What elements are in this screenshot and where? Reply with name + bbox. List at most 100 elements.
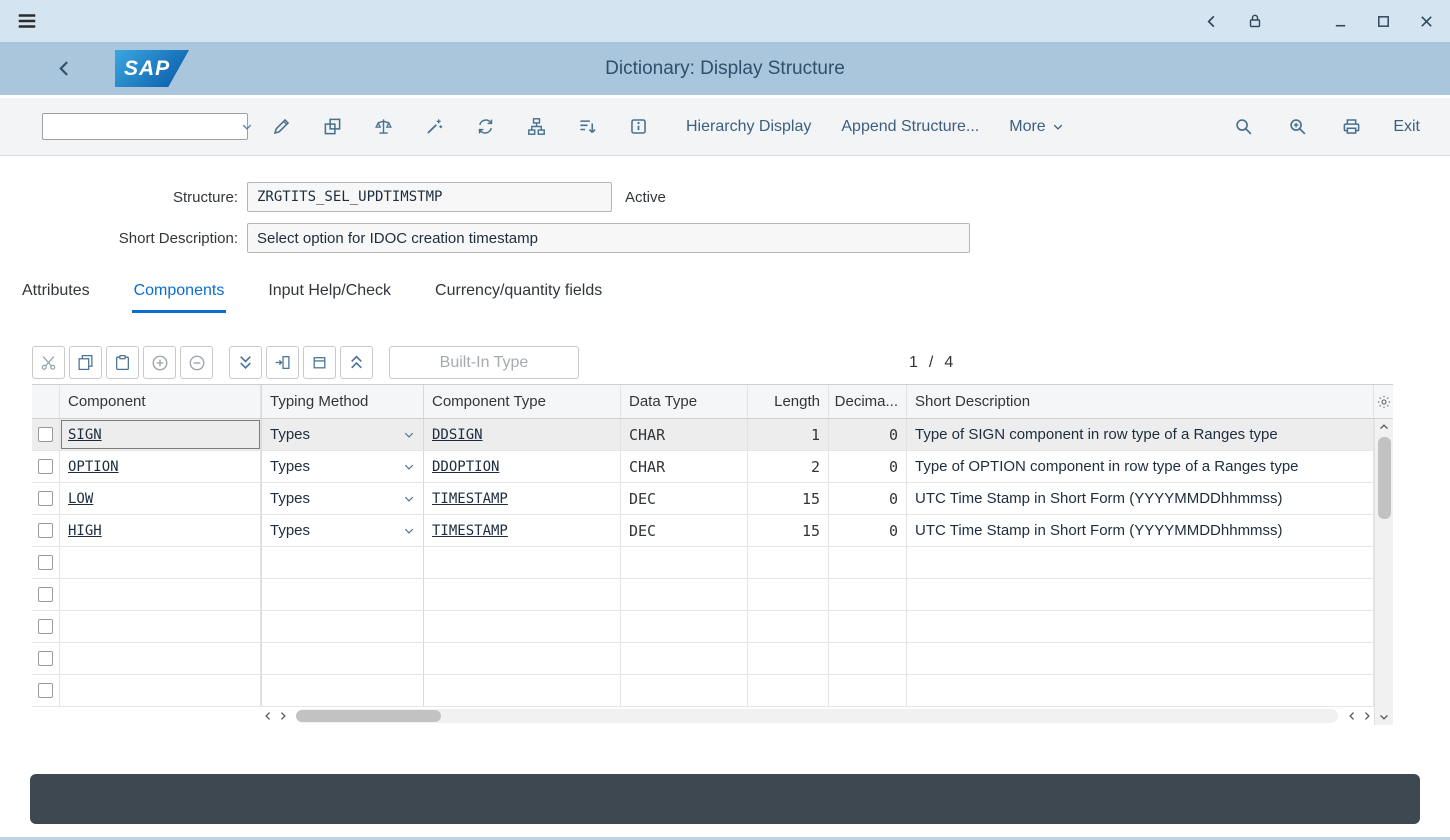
information-button[interactable] [620,109,656,145]
scroll-up-icon[interactable] [1375,419,1393,435]
horizontal-scroll-thumb[interactable] [296,710,441,722]
tab-attributes[interactable]: Attributes [20,273,92,313]
cut-icon [40,354,57,371]
component-type-link[interactable]: TIMESTAMP [432,491,508,507]
component-link[interactable]: SIGN [68,427,102,443]
chevron-down-icon[interactable] [403,493,415,505]
row-checkbox[interactable] [38,555,53,570]
minimize-icon[interactable] [1333,14,1348,29]
row-checkbox[interactable] [38,459,53,474]
back-icon[interactable] [56,60,73,77]
header-data-type[interactable]: Data Type [621,385,748,418]
edit-button[interactable] [263,109,299,145]
activate-wand-button[interactable] [416,109,452,145]
row-checkbox[interactable] [38,619,53,634]
component-link[interactable]: HIGH [68,523,102,539]
component-link[interactable]: OPTION [68,459,119,475]
search-button[interactable] [1225,109,1261,145]
insert-row-button[interactable] [266,346,299,379]
table-row[interactable]: SIGN Types DDSIGN CHAR 1 0 Type of SIGN … [32,419,1374,451]
hierarchy-display-label: Hierarchy Display [686,118,811,136]
table-row[interactable]: LOW Types TIMESTAMP DEC 15 0 UTC Time St… [32,483,1374,515]
row-checkbox[interactable] [38,523,53,538]
typing-method-dropdown[interactable]: Types [261,451,424,482]
row-checkbox[interactable] [38,651,53,666]
table-settings-button[interactable] [1374,385,1393,418]
component-type-link[interactable]: DDOPTION [432,459,499,475]
print-button[interactable] [1333,109,1369,145]
add-row-button[interactable] [143,346,176,379]
short-description-field[interactable]: Select option for IDOC creation timestam… [247,223,970,253]
row-checkbox[interactable] [38,587,53,602]
copy-button[interactable] [69,346,102,379]
command-input[interactable] [43,114,236,139]
scroll-left-icon[interactable] [260,711,275,721]
short-description-cell: Type of SIGN component in row type of a … [907,419,1374,450]
scroll-left-icon[interactable] [1344,711,1359,721]
header-component-type[interactable]: Component Type [424,385,621,418]
table-row[interactable]: HIGH Types TIMESTAMP DEC 15 0 UTC Time S… [32,515,1374,547]
header-typing-method[interactable]: Typing Method [261,385,424,418]
append-structure-button[interactable]: Append Structure... [841,118,979,136]
display-change-button[interactable] [314,109,350,145]
cut-button[interactable] [32,346,65,379]
chevron-down-icon[interactable] [403,429,415,441]
component-type-link[interactable]: DDSIGN [432,427,483,443]
refresh-check-button[interactable] [467,109,503,145]
chevron-down-icon[interactable] [236,121,258,133]
component-type-link[interactable]: TIMESTAMP [432,523,508,539]
hierarchy-display-button[interactable]: Hierarchy Display [686,118,811,136]
close-icon[interactable] [1419,14,1434,29]
search-plus-button[interactable] [1279,109,1315,145]
row-checkbox[interactable] [38,491,53,506]
scroll-right-icon[interactable] [275,711,290,721]
table-row-empty[interactable] [32,675,1374,707]
command-field[interactable] [42,113,248,140]
structure-status: Active [625,189,666,206]
tab-input-help-check[interactable]: Input Help/Check [266,273,393,313]
paste-button[interactable] [106,346,139,379]
remove-row-button[interactable] [180,346,213,379]
maximize-icon[interactable] [1376,14,1391,29]
header-decimals[interactable]: Decima... [829,385,907,418]
header-length[interactable]: Length [748,385,829,418]
scroll-right-icon[interactable] [1359,711,1374,721]
table-row-empty[interactable] [32,579,1374,611]
table-row[interactable]: OPTION Types DDOPTION CHAR 2 0 Type of O… [32,451,1374,483]
more-button[interactable]: More [1009,118,1063,136]
chevron-down-icon[interactable] [403,525,415,537]
typing-method-dropdown[interactable]: Types [261,483,424,514]
row-checkbox[interactable] [38,427,53,442]
header-select-all[interactable] [32,385,60,418]
component-link[interactable]: LOW [68,491,93,507]
double-chevron-up-button[interactable] [340,346,373,379]
exit-button[interactable]: Exit [1393,118,1420,136]
typing-method-dropdown[interactable]: Types [261,419,424,450]
header-short-description[interactable]: Short Description [907,385,1374,418]
row-checkbox[interactable] [38,683,53,698]
horizontal-scroll-track[interactable] [296,709,1338,723]
paste-icon [114,354,131,371]
table-row-empty[interactable] [32,547,1374,579]
table-row-empty[interactable] [32,643,1374,675]
scroll-down-icon[interactable] [1375,709,1393,725]
tab-components[interactable]: Components [132,273,227,313]
tree-sort-button[interactable] [569,109,605,145]
double-chevron-down-button[interactable] [229,346,262,379]
typing-method-dropdown[interactable]: Types [261,515,424,546]
chevron-down-icon[interactable] [403,461,415,473]
structure-field[interactable]: ZRGTITS_SEL_UPDTIMSTMP [247,182,612,212]
app-header: SAP Dictionary: Display Structure [0,42,1450,98]
chevron-left-icon[interactable] [1204,14,1219,29]
hierarchy-button[interactable] [518,109,554,145]
menu-icon[interactable] [16,10,38,32]
lock-icon[interactable] [1247,13,1263,29]
header-component[interactable]: Component [60,385,261,418]
built-in-type-button[interactable]: Built-In Type [389,346,579,379]
tab-currency-quantity-fields[interactable]: Currency/quantity fields [433,273,604,313]
table-row-empty[interactable] [32,611,1374,643]
select-block-button[interactable] [303,346,336,379]
balance-button[interactable] [365,109,401,145]
data-type-cell: DEC [621,515,748,546]
vertical-scroll-thumb[interactable] [1378,437,1391,519]
